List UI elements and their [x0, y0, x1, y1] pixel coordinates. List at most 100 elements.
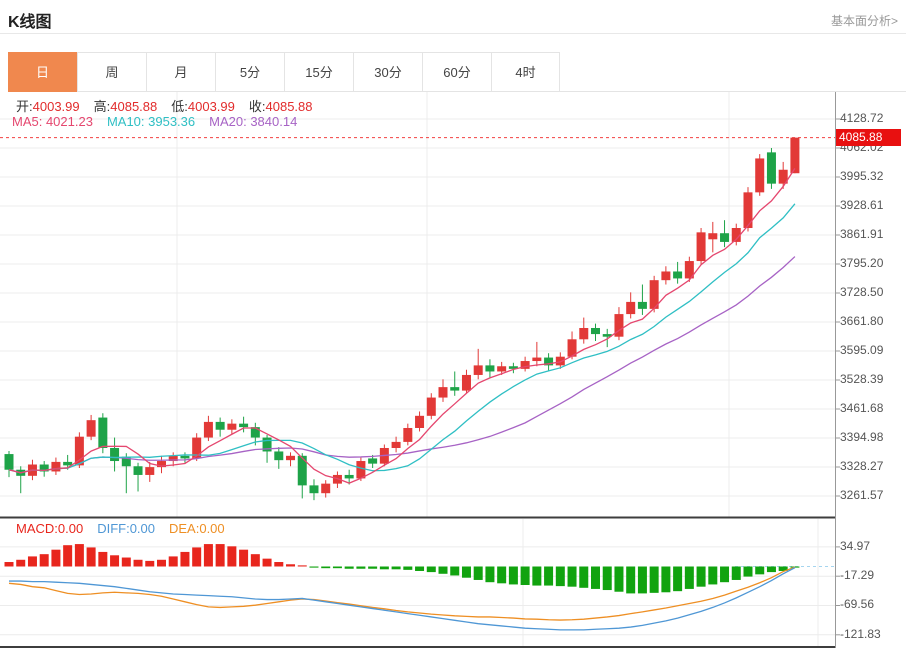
price-axis-label: 3928.61	[840, 197, 884, 212]
candle-body	[790, 137, 800, 174]
macd-bar	[649, 566, 659, 593]
ohlc-item: 开:4003.99	[16, 99, 80, 114]
candle-body	[4, 454, 14, 470]
macd-bar	[637, 566, 647, 594]
macd-bar	[39, 554, 49, 567]
candle-body	[438, 387, 448, 398]
candle-body	[286, 455, 296, 461]
macd-bar	[156, 559, 166, 567]
macd-bar	[391, 566, 401, 570]
ohlc-label: 开:	[16, 99, 33, 114]
candle-body	[133, 466, 143, 475]
price-axis-label: 3995.32	[840, 168, 884, 183]
macd-bar	[591, 566, 600, 589]
candle-body	[766, 152, 776, 184]
candle-body	[497, 366, 507, 372]
candle-body	[63, 461, 73, 466]
candle-body	[403, 427, 413, 442]
macd-bar	[602, 566, 612, 591]
macd-bar	[614, 566, 624, 592]
candle-body	[450, 387, 460, 391]
macd-axis-label: 34.97	[840, 538, 871, 553]
macd-bar	[544, 566, 554, 586]
macd-bar	[16, 559, 26, 567]
candle-body	[661, 271, 671, 281]
macd-bar	[86, 547, 96, 567]
candle-body	[86, 420, 96, 437]
ma-legend-item: MA20: 3840.14	[209, 114, 298, 129]
macd-bar	[239, 549, 249, 567]
ma-legend-item: MA10: 3953.36	[106, 114, 196, 129]
price-axis-label: 3595.09	[840, 342, 884, 357]
candle-body	[591, 327, 600, 335]
macd-bar	[684, 566, 694, 589]
ohlc-value: 4085.88	[110, 99, 158, 114]
ohlc-label: 低:	[171, 99, 188, 114]
candle-body	[743, 192, 753, 229]
candle-body	[637, 301, 647, 309]
macd-bar	[532, 566, 542, 586]
macd-bar	[708, 566, 718, 585]
macd-bar	[250, 554, 260, 567]
macd-bar	[274, 562, 284, 567]
macd-legend-item: MACD:0.00	[16, 521, 84, 536]
ma-legend-item: MA5: 4021.23	[12, 114, 93, 129]
macd-bar	[720, 566, 730, 583]
price-axis-label: 3461.68	[840, 401, 884, 415]
price-axis-label: 3261.57	[840, 488, 884, 502]
macd-bar	[473, 566, 483, 580]
macd-bar	[626, 566, 636, 594]
macd-bar	[145, 560, 155, 567]
macd-bar	[121, 557, 131, 567]
macd-bar	[4, 562, 14, 567]
candle-body	[426, 397, 436, 416]
macd-bar	[192, 547, 202, 567]
macd-bar	[461, 566, 471, 578]
candle-body	[368, 458, 378, 464]
macd-bar	[508, 566, 518, 585]
price-axis-label: 3328.27	[840, 459, 884, 473]
candle-body	[473, 365, 483, 375]
candle-body	[274, 451, 284, 461]
macd-bar	[297, 565, 307, 567]
macd-bar	[415, 566, 425, 571]
macd-axis-label: -17.29	[840, 568, 875, 583]
macd-bar	[731, 566, 741, 580]
macd-bar	[321, 566, 331, 569]
macd-bar	[368, 566, 378, 569]
candle-body	[485, 365, 495, 372]
macd-bar	[555, 566, 565, 587]
macd-legend-item: DIFF:0.00	[97, 521, 155, 536]
candle-body	[708, 233, 718, 240]
candle-body	[239, 423, 249, 428]
macd-bar	[579, 566, 589, 588]
price-axis-label: 3394.98	[840, 429, 884, 444]
price-axis-label: 3728.50	[840, 284, 884, 299]
candle-body	[696, 232, 706, 262]
candle-body	[321, 483, 331, 494]
macd-bar	[344, 566, 354, 569]
macd-bar	[332, 566, 342, 569]
macd-bar	[27, 556, 37, 567]
price-axis-label: 4128.72	[840, 111, 884, 125]
candle-body	[98, 417, 108, 448]
ma-legend-row: MA5: 4021.23 MA10: 3953.36 MA20: 3840.14	[12, 114, 311, 129]
candle-body	[579, 327, 589, 340]
macd-bar	[743, 566, 753, 577]
candle-body	[626, 301, 636, 315]
candle-body	[755, 158, 765, 193]
candle-body	[391, 441, 401, 448]
macd-bar	[426, 566, 436, 573]
macd-bar	[309, 566, 319, 568]
macd-bar	[51, 549, 61, 567]
ohlc-item: 收:4085.88	[249, 99, 313, 114]
macd-bar	[755, 566, 765, 575]
macd-bar	[203, 544, 213, 567]
last-price-tag: 4085.88	[836, 129, 901, 146]
price-axis-label: 3661.80	[840, 313, 884, 328]
macd-bar	[133, 559, 143, 567]
macd-bar	[168, 556, 178, 567]
macd-bar	[673, 566, 683, 592]
candle-body	[203, 421, 213, 438]
ohlc-value: 4003.99	[32, 99, 80, 114]
